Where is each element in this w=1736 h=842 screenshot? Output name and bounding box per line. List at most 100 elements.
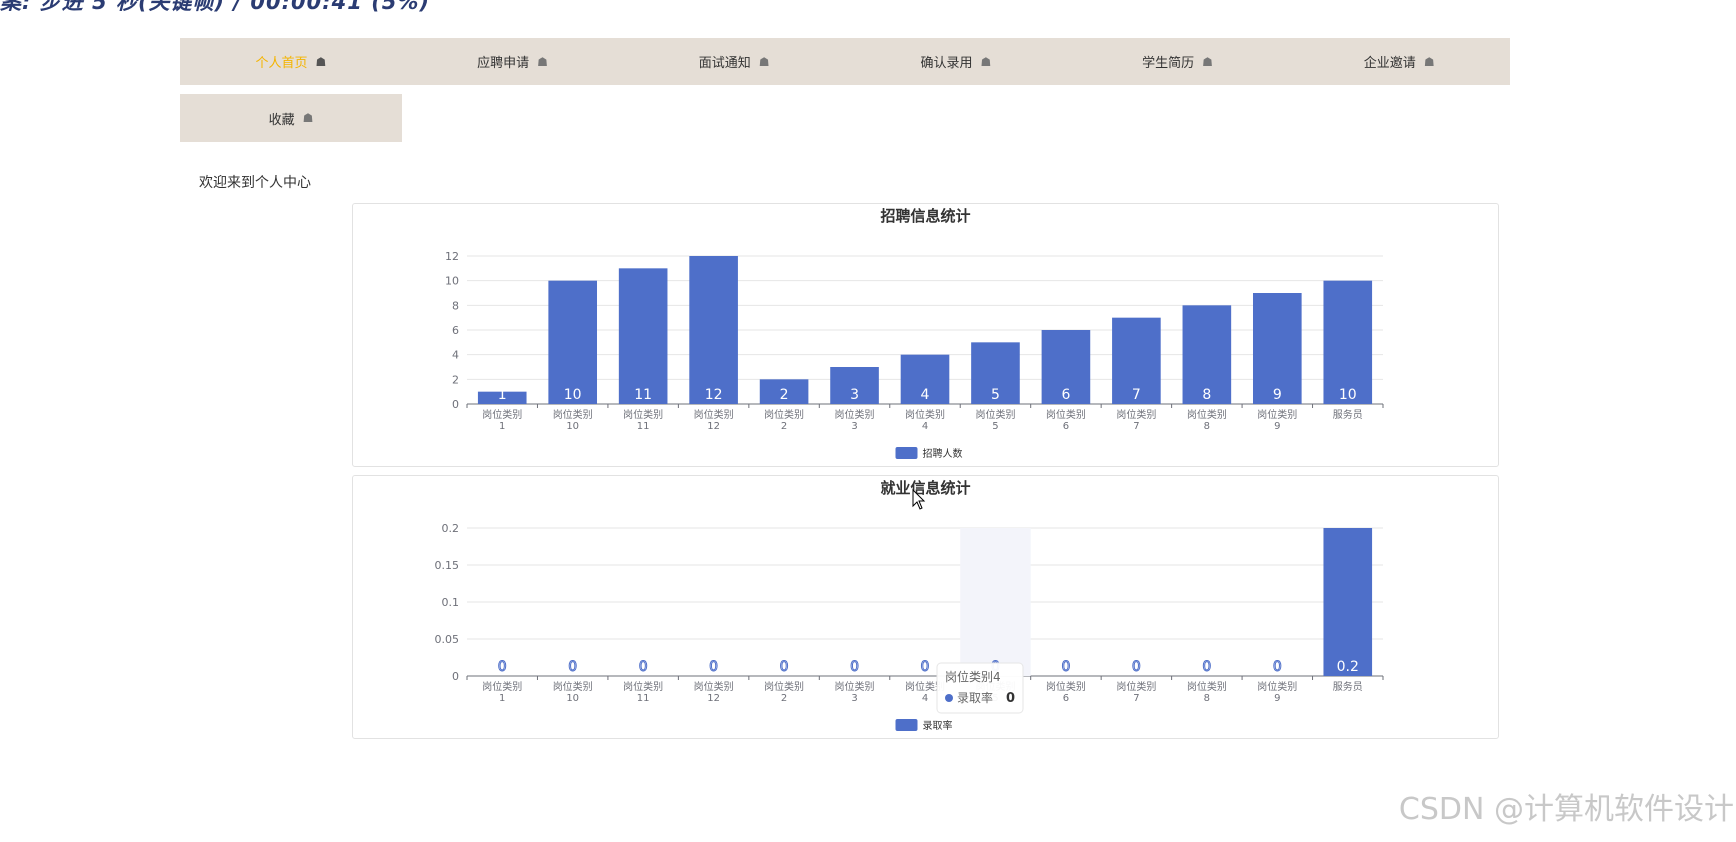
x-tick-label: 岗位类别 10 (553, 680, 593, 704)
nav-label: 确认录用 (920, 56, 973, 71)
home-icon: ☗ (1423, 54, 1435, 69)
y-tick-label: 0 (452, 670, 459, 683)
home-icon: ☗ (315, 54, 327, 69)
data-label: 0 (498, 659, 507, 675)
data-label: 2 (780, 387, 789, 403)
nav-label: 收藏 (268, 112, 295, 128)
x-tick-label: 岗位类别 11 (623, 680, 663, 704)
nav-label: 学生简历 (1142, 56, 1195, 71)
x-tick-label: 岗位类别 9 (1257, 680, 1297, 704)
bar (1323, 528, 1373, 676)
data-label: 1 (498, 387, 507, 403)
x-tick-label: 岗位类别 12 (694, 680, 734, 704)
nav-job-application[interactable]: 应聘申请 ☗ (402, 38, 624, 85)
y-tick-label: 6 (452, 324, 459, 337)
hover-band (960, 528, 1031, 676)
chart-title: 招聘信息统计 (880, 207, 970, 225)
data-label: 0 (1273, 659, 1282, 675)
y-tick-label: 4 (452, 349, 459, 362)
x-tick-label: 岗位类别 10 (553, 408, 593, 432)
data-label: 11 (634, 387, 652, 403)
top-nav: 个人首页 ☗ 应聘申请 ☗ 面试通知 ☗ 确认录用 ☗ 学生简历 ☗ 企业邀请 … (180, 38, 1510, 85)
x-tick-label: 岗位类别5 (975, 408, 1015, 432)
watermark: CSDN @计算机软件设计 (1398, 792, 1734, 827)
data-label: 4 (921, 387, 930, 403)
nav-interview-notice[interactable]: 面试通知 ☗ (623, 38, 845, 85)
home-icon: ☗ (537, 54, 548, 69)
data-label: 0.2 (1337, 659, 1359, 675)
home-icon: ☗ (758, 54, 770, 69)
x-tick-label: 岗位类别 1 (482, 408, 522, 432)
nav-label: 面试通知 (698, 56, 751, 71)
nav-personal-home[interactable]: 个人首页 ☗ (180, 38, 402, 85)
y-tick-label: 8 (452, 299, 459, 312)
data-label: 9 (1273, 387, 1282, 403)
home-icon: ☗ (980, 54, 992, 69)
chart-tooltip: 岗位类别4 录取率 0 (936, 662, 1024, 714)
y-tick-label: 0.05 (435, 633, 460, 646)
nav-confirm-hire[interactable]: 确认录用 ☗ (845, 38, 1067, 85)
bar (689, 256, 738, 404)
x-tick-label: 岗位类别 9 (1257, 408, 1297, 432)
x-tick-label: 岗位类别 11 (623, 408, 663, 432)
x-tick-label: 服务员 (1333, 680, 1363, 693)
nav-company-invite[interactable]: 企业邀请 ☗ (1288, 38, 1510, 85)
bar (1323, 280, 1373, 404)
y-tick-label: 0.1 (442, 596, 460, 609)
x-tick-label: 岗位类别 3 (835, 680, 875, 704)
nav-label: 个人首页 (255, 56, 308, 71)
data-label: 0 (850, 659, 859, 675)
data-label: 6 (1061, 387, 1070, 403)
x-tick-label: 服务员 (1333, 408, 1363, 421)
x-tick-label: 岗位类别 8 (1187, 680, 1227, 704)
recruit-chart-panel: 招聘信息统计 0 2 4 6 8 10 12 1 岗位类别 1 10 岗位类别 10 11 岗位类别 11 12 岗… (352, 203, 1499, 467)
data-label: 0 (1061, 659, 1070, 675)
data-label: 0 (921, 659, 930, 675)
x-tick-label: 岗位类别 2 (764, 680, 804, 704)
tooltip-dot (945, 694, 953, 702)
home-icon: ☗ (302, 111, 314, 125)
data-label: 10 (564, 387, 582, 403)
bar (548, 280, 598, 404)
x-tick-label: 岗位类别 7 (1116, 408, 1156, 432)
nav-favorites[interactable]: 收藏 ☗ (180, 94, 402, 142)
tooltip-value: 0 (1006, 691, 1015, 706)
data-label: 8 (1202, 387, 1211, 403)
data-label: 0 (1202, 659, 1211, 675)
data-label: 0 (1132, 659, 1141, 675)
x-tick-label: 岗位类别 6 (1046, 408, 1086, 432)
data-label: 10 (1339, 387, 1357, 403)
nav-student-resume[interactable]: 学生简历 ☗ (1067, 38, 1289, 85)
home-icon: ☗ (1202, 54, 1213, 69)
x-tick-label: 岗位类别 3 (835, 408, 875, 432)
x-tick-label: 岗位类别 7 (1116, 680, 1156, 704)
y-tick-label: 10 (445, 275, 459, 288)
data-label: 0 (639, 659, 648, 675)
nav-label: 应聘申请 (477, 56, 530, 71)
legend-label: 录取率 (923, 719, 953, 732)
tooltip-series: 录取率 (957, 690, 993, 705)
welcome-text: 欢迎来到个人中心 (199, 175, 311, 191)
data-label: 12 (705, 387, 723, 403)
mouse-cursor-icon (912, 488, 926, 515)
data-label: 0 (780, 659, 789, 675)
employment-chart: 就业信息统计00.050.10.150.20岗位类别 10岗位类别 100岗位类别 1… (435, 479, 1384, 732)
y-tick-label: 0.15 (435, 559, 460, 572)
video-banner: 案: 步进 5 秒(关键帧) / 00:00:41 (5%) (0, 0, 431, 14)
x-tick-label: 岗位类别 6 (1046, 680, 1086, 704)
x-tick-label: 岗位类别 12 (694, 408, 734, 432)
data-label: 3 (850, 387, 859, 403)
y-tick-label: 12 (445, 250, 459, 263)
legend-swatch (895, 719, 918, 731)
x-tick-label: 岗位类别 1 (482, 680, 522, 704)
data-label: 5 (991, 387, 1000, 403)
y-tick-label: 0 (452, 398, 459, 411)
data-label: 0 (568, 659, 577, 675)
data-label: 0 (709, 659, 718, 675)
tooltip-category: 岗位类别4 (945, 669, 1001, 684)
recruit-chart: 招聘信息统计 0 2 4 6 8 10 12 1 岗位类别 1 10 岗位类别 10 11 岗位类别 11 12 岗… (445, 207, 1384, 460)
legend-swatch (895, 447, 918, 459)
x-tick-label: 岗位类别 2 (764, 408, 804, 432)
y-tick-label: 0.2 (442, 522, 460, 535)
x-tick-label: 岗位类别 8 (1187, 408, 1227, 432)
